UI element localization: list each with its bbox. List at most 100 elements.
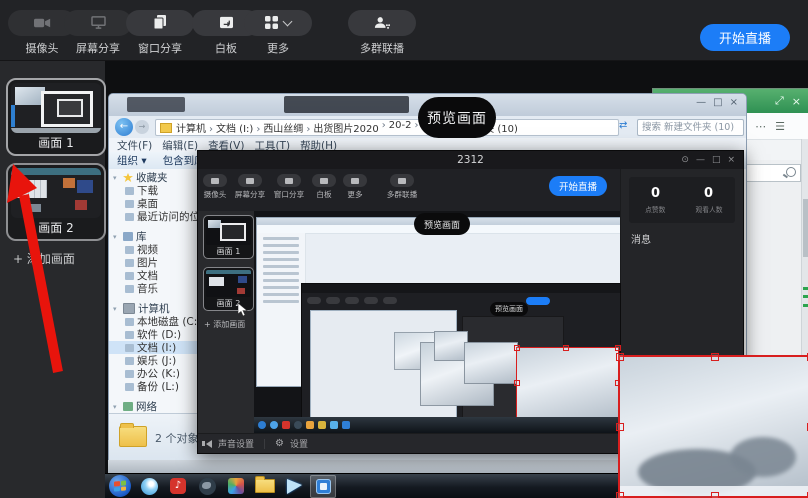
multi-group-broadcast-button[interactable]: 多群联播 (348, 10, 416, 56)
folder-icon (125, 187, 134, 195)
folder-icon (125, 246, 134, 254)
computer-icon (123, 303, 135, 314)
breadcrumb-segment[interactable]: 20-2 (379, 120, 412, 135)
taskbar-icon-messenger[interactable] (281, 475, 307, 498)
tool-icon (203, 174, 227, 187)
breadcrumb[interactable]: 计算机文档 (I:)西山丝绸出货图片202020-220新建文件夹 (10) (155, 119, 619, 136)
more-button[interactable]: 更多 (244, 10, 312, 56)
stat: 0 观看人数 (682, 177, 735, 223)
folder-icon (125, 200, 134, 208)
breadcrumb-segment[interactable]: 出货图片2020 (303, 120, 378, 135)
inner-toolbar-button[interactable]: 窗口分享 (273, 174, 305, 200)
inner-toolbar-button[interactable]: 更多 (343, 174, 367, 200)
explorer-nav-item[interactable]: 备份 (L:) (109, 380, 197, 393)
breadcrumb-segment[interactable]: 文档 (I:) (206, 120, 253, 135)
chevron-down-icon (283, 17, 293, 27)
item-count: 2 个对象 (155, 430, 199, 446)
resize-handle[interactable] (616, 492, 624, 498)
breadcrumb-segment[interactable]: 西山丝绸 (253, 120, 303, 135)
explorer-command[interactable]: 组织 ▾ (117, 153, 147, 168)
stat-value: 0 (704, 186, 713, 201)
taskbar-icon-folder[interactable] (252, 475, 278, 498)
resize-handle[interactable] (616, 353, 624, 361)
inner-toolbar-button[interactable]: 多群联播 (386, 174, 418, 200)
expand-icon[interactable]: ▾ (113, 403, 120, 411)
minimize-icon[interactable]: — (696, 97, 706, 108)
start-button[interactable] (109, 475, 131, 497)
explorer-search-input[interactable]: 搜索 新建文件夹 (10) (637, 119, 744, 136)
inner-toolbar-button[interactable]: 白板 (312, 174, 336, 200)
close-icon[interactable]: × (730, 97, 738, 108)
explorer-menu-item[interactable]: 编辑(E) (162, 138, 198, 153)
forward-button[interactable]: → (135, 120, 149, 134)
resize-handle[interactable] (514, 380, 520, 386)
more-dots-icon[interactable]: ⋯ (755, 120, 766, 133)
nav-group-network[interactable]: ▾网络 (109, 400, 197, 413)
taskbar-icon-browser[interactable] (136, 475, 162, 498)
multi-group-icon (374, 14, 390, 33)
menu-icon[interactable]: ☰ (775, 120, 785, 133)
drive-icon (125, 331, 134, 339)
stat: 0 点赞数 (629, 177, 682, 223)
restore-icon[interactable]: ⤢ (775, 94, 784, 108)
expand-icon[interactable]: ▾ (113, 305, 120, 313)
scene-card-1[interactable]: 画面 1 (6, 78, 106, 156)
taskbar-icon-music[interactable]: ♪ (165, 475, 191, 498)
start-live-button[interactable]: 开始直播 (700, 24, 790, 51)
screen-share-button[interactable]: 屏幕分享 (64, 10, 132, 56)
folder-icon (125, 213, 134, 221)
resize-handle[interactable] (711, 492, 719, 498)
expand-icon[interactable]: ▾ (113, 174, 120, 182)
pin-icon[interactable]: ⊙ (681, 151, 689, 169)
window-share-button[interactable]: 窗口分享 (126, 10, 194, 56)
breadcrumb-segment[interactable]: 计算机 (176, 120, 206, 135)
explorer-nav-item[interactable]: 音乐 (109, 282, 197, 295)
inner-add-scene-button[interactable]: + 添加画面 (204, 319, 245, 330)
inner-start-live-button[interactable]: 开始直播 (549, 176, 607, 196)
scene-1-thumbnail (11, 83, 101, 133)
camera-overlay-small[interactable] (464, 342, 518, 384)
inner-scene-card-1[interactable]: 画面 1 (203, 215, 254, 259)
inner-toolbar-button[interactable]: 屏幕分享 (234, 174, 266, 200)
minimize-icon[interactable]: — (696, 151, 705, 169)
explorer-nav-pane: ▾收藏夹 下载桌面最近访问的位置 ▾库 视频图片文档音乐 ▾计算机 本地磁盘 (… (109, 169, 198, 416)
close-icon[interactable]: × (727, 151, 735, 169)
inner-window-titlebar[interactable]: 2312 ⊙ — □ × (198, 151, 743, 169)
taskbar-icon-globe[interactable] (194, 475, 220, 498)
expand-icon[interactable]: ▾ (113, 233, 120, 241)
resize-handle[interactable] (514, 345, 520, 351)
network-icon (123, 402, 133, 411)
scene-sidebar: 画面 1 画面 2 + 添加画面 (0, 60, 105, 498)
folder-icon (125, 259, 134, 267)
inner-preview-canvas: 预览画面 预览画面 (254, 211, 621, 433)
camera-overlay-selected[interactable] (516, 347, 619, 422)
close-icon[interactable]: × (792, 95, 801, 108)
camera-overlay-large-selected[interactable] (618, 355, 808, 498)
add-scene-button[interactable]: + 添加画面 (13, 250, 75, 267)
camera-overlay-small[interactable] (434, 331, 468, 361)
nested-preview-bubble: 预览画面 (490, 302, 528, 316)
refresh-icon[interactable]: ⇄ (619, 120, 627, 131)
maximize-icon[interactable]: □ (713, 97, 722, 108)
settings-button[interactable]: 设置 (290, 437, 308, 450)
scene-card-2[interactable]: 画面 2 (6, 163, 106, 241)
explorer-nav-item[interactable]: 最近访问的位置 (109, 210, 197, 223)
stat-label: 点赞数 (645, 204, 665, 214)
tool-icon (343, 174, 367, 187)
preview-label-bubble: 预览画面 (418, 97, 496, 138)
drive-icon (125, 344, 134, 352)
speaker-icon (206, 440, 212, 448)
scene-2-thumbnail (11, 168, 101, 218)
taskbar-icon-photos[interactable] (223, 475, 249, 498)
taskbar-icon-live-app[interactable] (310, 475, 336, 498)
explorer-menu-item[interactable]: 文件(F) (117, 138, 152, 153)
resize-handle[interactable] (711, 353, 719, 361)
maximize-icon[interactable]: □ (712, 151, 721, 169)
resize-handle[interactable] (615, 345, 621, 351)
sound-settings-button[interactable]: 声音设置 (218, 437, 254, 450)
resize-handle[interactable] (563, 345, 569, 351)
resize-handle[interactable] (616, 423, 624, 431)
inner-toolbar-button[interactable]: 摄像头 (203, 174, 227, 200)
preview-canvas[interactable]: ⤢ × ● ☾ ↓ ✂ ↩ ⋯ ☰ ? (105, 60, 808, 498)
back-button[interactable]: ← (115, 118, 133, 136)
